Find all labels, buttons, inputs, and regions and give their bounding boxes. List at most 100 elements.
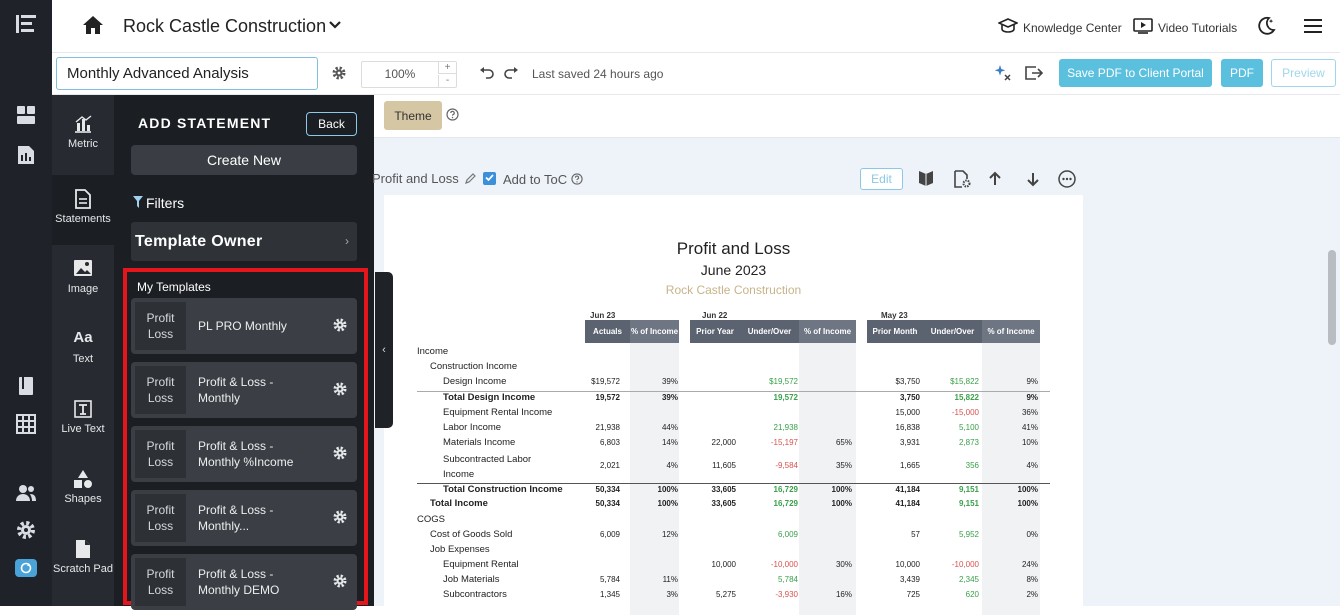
hamburger-menu-icon[interactable]	[1303, 17, 1323, 35]
chevron-down-icon[interactable]	[328, 18, 342, 32]
template-card[interactable]: Profit Loss Profit & Loss - Monthly %Inc…	[131, 426, 357, 482]
help-icon[interactable]	[571, 172, 583, 185]
collapse-panel-button[interactable]: ‹	[375, 272, 393, 428]
zoom-in-button[interactable]: +	[438, 62, 456, 74]
dark-mode-icon[interactable]	[1256, 16, 1276, 36]
table-cell: 22,000	[711, 438, 736, 447]
dashboard-icon[interactable]	[14, 103, 38, 127]
redo-icon[interactable]	[503, 66, 519, 80]
settings-icon[interactable]	[14, 518, 38, 542]
table-row: Subcontracted Labor Income 2,021 4% 11,605 -…	[417, 452, 1050, 483]
table-cell: 725	[906, 590, 920, 599]
table-cell: 19,572	[595, 393, 620, 402]
undo-icon[interactable]	[479, 66, 495, 80]
edit-button[interactable]: Edit	[860, 168, 903, 190]
column-header: % of Income	[982, 320, 1040, 343]
row-label: Equipment Rental Income	[443, 407, 553, 418]
template-owner-filter[interactable]: Template Owner ›	[131, 222, 357, 261]
table-cell: 3,931	[899, 438, 920, 447]
section-label: Profit and Loss	[372, 171, 459, 186]
table-cell: 50,334	[595, 499, 620, 508]
table-cell: 30%	[835, 560, 852, 569]
more-options-icon[interactable]	[1058, 170, 1076, 188]
gear-icon[interactable]	[332, 317, 348, 333]
knowledge-center-link[interactable]: Knowledge Center	[997, 18, 1122, 37]
metric-tab[interactable]: Metric	[52, 100, 114, 170]
table-cell: 35%	[835, 461, 852, 470]
table-cell: 15,000	[895, 408, 920, 417]
arrow-up-icon[interactable]	[986, 170, 1004, 188]
preview-button[interactable]: Preview	[1271, 59, 1336, 87]
table-cell: 1,345	[599, 590, 620, 599]
zoom-stepper[interactable]: 100% + -	[361, 61, 457, 88]
shapes-tab[interactable]: Shapes	[52, 455, 114, 525]
table-cell: -15,000	[951, 408, 979, 417]
ai-sparkle-icon[interactable]	[994, 64, 1012, 82]
table-cell: 41,184	[895, 485, 920, 494]
template-card[interactable]: Profit Loss PL PRO Monthly	[131, 298, 357, 354]
column-header: Under/Over	[740, 320, 799, 343]
template-card[interactable]: Profit Loss Profit & Loss - Monthly...	[131, 490, 357, 546]
table-cell: 39%	[661, 377, 678, 386]
back-button[interactable]: Back	[306, 112, 357, 136]
graduation-cap-icon	[997, 18, 1019, 37]
company-name[interactable]: Rock Castle Construction	[123, 16, 326, 37]
table-cell: 10,000	[711, 560, 736, 569]
report-icon[interactable]	[14, 143, 38, 167]
book-open-icon[interactable]	[917, 170, 935, 188]
home-icon[interactable]	[82, 14, 106, 38]
gear-icon[interactable]	[332, 381, 348, 397]
grid-icon[interactable]	[14, 412, 38, 436]
live-text-tab[interactable]: Live Text	[52, 385, 114, 455]
chevron-right-icon: ›	[345, 234, 349, 248]
table-cell: 9,151	[958, 499, 979, 508]
pencil-icon[interactable]	[465, 172, 477, 187]
zoom-value[interactable]: 100%	[362, 62, 438, 87]
report-name-input[interactable]	[56, 57, 318, 90]
table-cell: 41,184	[895, 499, 920, 508]
theme-button[interactable]: Theme	[384, 101, 442, 130]
top-header: Rock Castle Construction Knowledge Cente…	[52, 0, 1340, 53]
gear-icon[interactable]	[332, 573, 348, 589]
template-card[interactable]: Profit Loss Profit & Loss - Monthly DEMO	[131, 554, 357, 610]
app-logo-icon[interactable]	[14, 12, 38, 36]
table-cell: 21,938	[595, 423, 620, 432]
create-new-button[interactable]: Create New	[131, 145, 357, 175]
sync-icon[interactable]	[14, 556, 38, 580]
gear-icon[interactable]	[331, 65, 347, 81]
table-cell: 5,100	[958, 423, 979, 432]
image-tab[interactable]: Image	[52, 245, 114, 315]
text-tab[interactable]: Aa Text	[52, 315, 114, 385]
gear-icon[interactable]	[332, 509, 348, 525]
help-icon[interactable]	[446, 108, 459, 121]
table-cell: -9,584	[775, 461, 798, 470]
table-cell: 2,345	[958, 575, 979, 584]
template-name: Profit & Loss - Monthly	[198, 375, 274, 405]
toc-checkbox[interactable]	[483, 172, 496, 185]
filters-toggle[interactable]: Filters	[133, 195, 184, 211]
column-header: Actuals	[585, 320, 630, 343]
row-label: Job Materials	[443, 574, 500, 585]
statements-tab[interactable]: Statements	[52, 175, 114, 245]
users-icon[interactable]	[14, 481, 38, 505]
column-header: Prior Month	[867, 320, 923, 343]
scratch-pad-tab[interactable]: Scratch Pad	[52, 525, 114, 595]
video-tutorials-link[interactable]: Video Tutorials	[1133, 18, 1237, 37]
export-icon[interactable]	[1024, 64, 1044, 82]
book-icon[interactable]	[14, 374, 38, 398]
table-cell: 2,021	[599, 461, 620, 470]
template-name: Profit & Loss - Monthly...	[198, 503, 274, 533]
template-thumbnail: Profit Loss	[135, 430, 186, 478]
filter-icon	[133, 195, 143, 211]
pdf-button[interactable]: PDF	[1221, 59, 1263, 87]
zoom-out-button[interactable]: -	[438, 75, 456, 87]
template-card[interactable]: Profit Loss Profit & Loss - Monthly	[131, 362, 357, 418]
save-pdf-client-portal-button[interactable]: Save PDF to Client Portal	[1059, 59, 1212, 87]
file-settings-icon[interactable]	[953, 170, 971, 188]
gear-icon[interactable]	[332, 445, 348, 461]
arrow-down-icon[interactable]	[1024, 170, 1042, 188]
table-cell: 15,822	[954, 393, 979, 402]
scrollbar[interactable]	[1328, 250, 1336, 345]
table-cell: 10,000	[895, 560, 920, 569]
table-cell: 12%	[661, 530, 678, 539]
